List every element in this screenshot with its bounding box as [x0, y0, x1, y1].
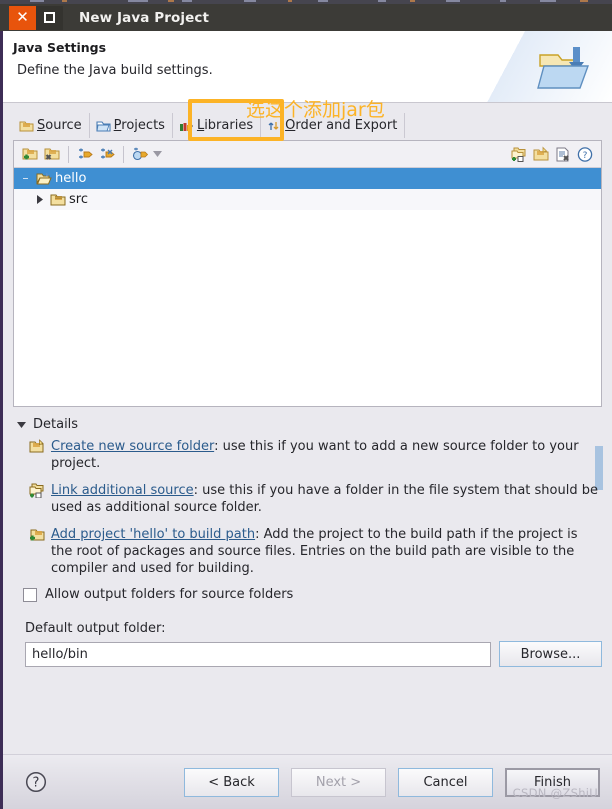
link-additional-source-link[interactable]: Link additional source: [51, 483, 194, 498]
tree-toolbar: ?: [14, 141, 601, 168]
tree-row[interactable]: hello: [14, 168, 601, 189]
dialog-banner: Java Settings Define the Java build sett…: [3, 31, 612, 103]
detail-item: Link additional source: use this if you …: [29, 482, 602, 516]
tree-row[interactable]: src: [14, 189, 601, 210]
details-section-header[interactable]: Details: [17, 417, 612, 432]
add-project-to-build-path-link[interactable]: Add project 'hello' to build path: [51, 527, 255, 542]
projects-folder-icon: [96, 120, 111, 132]
create-source-folder-icon: [29, 439, 44, 453]
remove-entry-icon[interactable]: [552, 144, 574, 165]
tab-source[interactable]: Source: [13, 113, 90, 138]
close-icon: ✕: [16, 8, 29, 26]
collapsed-dot-icon[interactable]: [20, 172, 33, 185]
configure-output-folder-icon[interactable]: [129, 144, 151, 165]
add-source-folder-icon[interactable]: [19, 144, 41, 165]
remove-source-folder-icon[interactable]: [41, 144, 63, 165]
details-body: Create new source folder: use this if yo…: [29, 438, 603, 577]
tab-projects[interactable]: Projects: [90, 113, 173, 138]
help-question-icon[interactable]: ?: [25, 771, 47, 793]
svg-text:?: ?: [33, 776, 40, 791]
open-project-folder-icon: [36, 172, 52, 185]
chevron-down-icon[interactable]: [151, 144, 164, 164]
default-output-folder-input[interactable]: hello/bin: [25, 641, 491, 667]
detail-item: Add project 'hello' to build path: Add t…: [29, 526, 602, 577]
page-title: Java Settings: [13, 40, 107, 55]
window-title: New Java Project: [79, 9, 210, 26]
source-folder-tree[interactable]: hello src: [14, 168, 601, 406]
tree-row-label: hello: [55, 171, 87, 186]
maximize-button[interactable]: [36, 5, 63, 30]
cancel-button[interactable]: Cancel: [398, 767, 493, 797]
new-java-project-dialog: ✕ New Java Project Java Settings Define …: [0, 0, 612, 809]
collapsed-triangle-icon[interactable]: [34, 193, 47, 206]
page-subtitle: Define the Java build settings.: [17, 63, 213, 78]
triangle-down-icon: [17, 421, 26, 428]
next-button[interactable]: Next >: [291, 767, 386, 797]
default-output-folder-label: Default output folder:: [25, 621, 166, 636]
svg-text:?: ?: [583, 151, 588, 161]
back-button[interactable]: < Back: [184, 767, 279, 797]
finish-button[interactable]: Finish: [505, 767, 600, 797]
tab-libraries-label: Libraries: [196, 118, 254, 133]
edit-inclusion-filter-icon[interactable]: [74, 144, 96, 165]
allow-output-folders-checkbox[interactable]: [23, 587, 37, 602]
annotation-text: 选这个添加jar包: [246, 99, 385, 121]
details-label: Details: [33, 417, 79, 432]
create-new-folder-icon[interactable]: [530, 144, 552, 165]
help-icon[interactable]: ?: [574, 144, 596, 165]
tree-row-label: src: [69, 192, 88, 207]
maximize-icon: [44, 12, 55, 23]
tab-projects-label: Projects: [113, 118, 165, 133]
source-folder-icon: [19, 121, 34, 131]
dialog-footer: ? < Back Next > Cancel Finish: [3, 755, 612, 809]
toolbar-separator: [123, 145, 124, 163]
link-source-icon[interactable]: [508, 144, 530, 165]
link-source-icon: [29, 483, 44, 498]
browse-button[interactable]: Browse...: [499, 641, 602, 667]
detail-item: Create new source folder: use this if yo…: [29, 438, 602, 472]
toolbar-separator: [68, 145, 69, 163]
tab-source-label: Source: [37, 118, 82, 133]
dialog-body: Java Settings Define the Java build sett…: [0, 31, 612, 809]
source-package-folder-icon: [50, 194, 66, 206]
java-project-folder-icon: [537, 47, 589, 89]
allow-output-folders-row[interactable]: Allow output folders for source folders: [23, 587, 612, 602]
allow-output-folders-label: Allow output folders for source folders: [45, 587, 294, 602]
libraries-books-icon: [179, 121, 193, 131]
default-output-folder-row: hello/bin Browse...: [25, 641, 602, 667]
create-new-source-folder-link[interactable]: Create new source folder: [51, 439, 214, 454]
edit-exclusion-filter-icon[interactable]: [96, 144, 118, 165]
close-button[interactable]: ✕: [9, 5, 36, 30]
window-titlebar: ✕ New Java Project: [0, 4, 612, 31]
add-to-buildpath-icon: [30, 529, 45, 541]
source-folders-panel: ? hello src: [13, 140, 602, 407]
